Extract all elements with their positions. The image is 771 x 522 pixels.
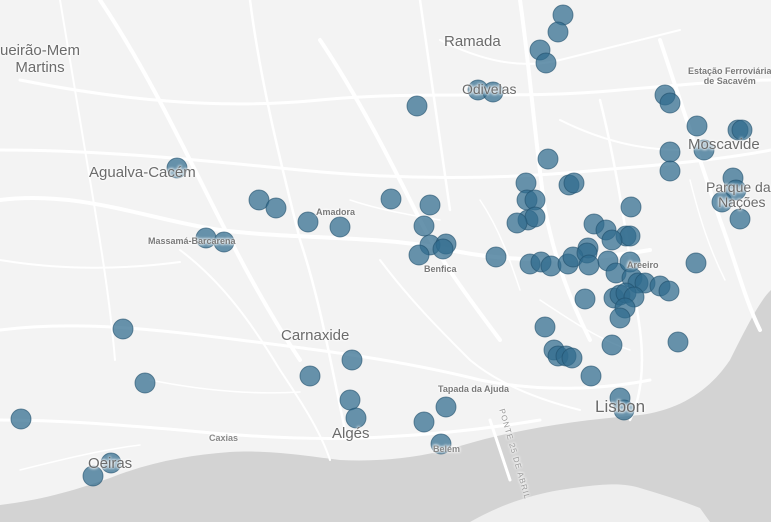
map-marker[interactable] — [413, 411, 435, 433]
map-marker[interactable] — [580, 365, 602, 387]
map-marker[interactable] — [341, 349, 363, 371]
map-marker[interactable] — [601, 229, 623, 251]
map-marker[interactable] — [578, 254, 600, 276]
place-label-odivelas: Odivelas — [462, 81, 517, 97]
map-marker[interactable] — [406, 95, 428, 117]
map-marker[interactable] — [485, 246, 507, 268]
map-marker[interactable] — [659, 160, 681, 182]
map-marker[interactable] — [419, 194, 441, 216]
place-label-lisbon: Lisbon — [595, 397, 646, 416]
place-label-tapada-ajuda: Tapada da Ajuda — [438, 384, 510, 394]
map-marker[interactable] — [601, 334, 623, 356]
place-label-carnaxide: Carnaxide — [281, 327, 350, 344]
map-marker[interactable] — [659, 141, 681, 163]
place-label-queluz-mem-martins: ueirão-Mem Martins — [0, 42, 81, 76]
place-label-caxias: Caxias — [209, 433, 239, 443]
map-marker[interactable] — [112, 318, 134, 340]
map-marker[interactable] — [729, 208, 751, 230]
map-marker[interactable] — [534, 316, 556, 338]
map-marker[interactable] — [547, 21, 569, 43]
map-marker[interactable] — [620, 196, 642, 218]
map-canvas[interactable]: ueirão-Mem Martins Ramada Odivelas Estaç… — [0, 0, 771, 522]
map-marker[interactable] — [339, 389, 361, 411]
place-label-agualva-cacem: Agualva-Cacém — [89, 164, 196, 181]
map-marker[interactable] — [609, 307, 631, 329]
map-marker[interactable] — [686, 115, 708, 137]
map-marker[interactable] — [537, 148, 559, 170]
map-marker[interactable] — [10, 408, 32, 430]
map-marker[interactable] — [563, 172, 585, 194]
place-label-alges: Algés — [332, 425, 370, 442]
map-marker[interactable] — [435, 396, 457, 418]
map-marker[interactable] — [134, 372, 156, 394]
place-label-sacavem-station: Estação Ferroviária de Sacavém — [688, 66, 771, 86]
place-label-massama-barcarena: Massamá-Barcarena — [148, 236, 236, 246]
place-label-benfica: Benfica — [424, 264, 457, 274]
map-marker[interactable] — [408, 244, 430, 266]
place-label-belem: Belém — [433, 444, 461, 454]
map-marker[interactable] — [535, 52, 557, 74]
map-marker[interactable] — [329, 216, 351, 238]
map-marker[interactable] — [380, 188, 402, 210]
map-marker[interactable] — [265, 197, 287, 219]
map-marker[interactable] — [574, 288, 596, 310]
place-label-parque-nacoes: Parque das Nações — [706, 179, 771, 211]
map-marker[interactable] — [506, 212, 528, 234]
map-marker[interactable] — [413, 215, 435, 237]
map-marker[interactable] — [667, 331, 689, 353]
place-label-oeiras: Oeiras — [88, 455, 133, 472]
place-label-ramada: Ramada — [444, 33, 501, 50]
map-marker[interactable] — [659, 92, 681, 114]
place-label-areeiro: Areeiro — [627, 260, 659, 270]
map-marker[interactable] — [432, 238, 454, 260]
place-label-amadora: Amadora — [316, 207, 356, 217]
map-marker[interactable] — [299, 365, 321, 387]
map-marker[interactable] — [685, 252, 707, 274]
map-marker[interactable] — [619, 225, 641, 247]
map-marker[interactable] — [297, 211, 319, 233]
place-label-moscavide: Moscavide — [688, 136, 760, 153]
map-marker[interactable] — [561, 347, 583, 369]
map-marker[interactable] — [524, 206, 546, 228]
map-marker[interactable] — [658, 280, 680, 302]
